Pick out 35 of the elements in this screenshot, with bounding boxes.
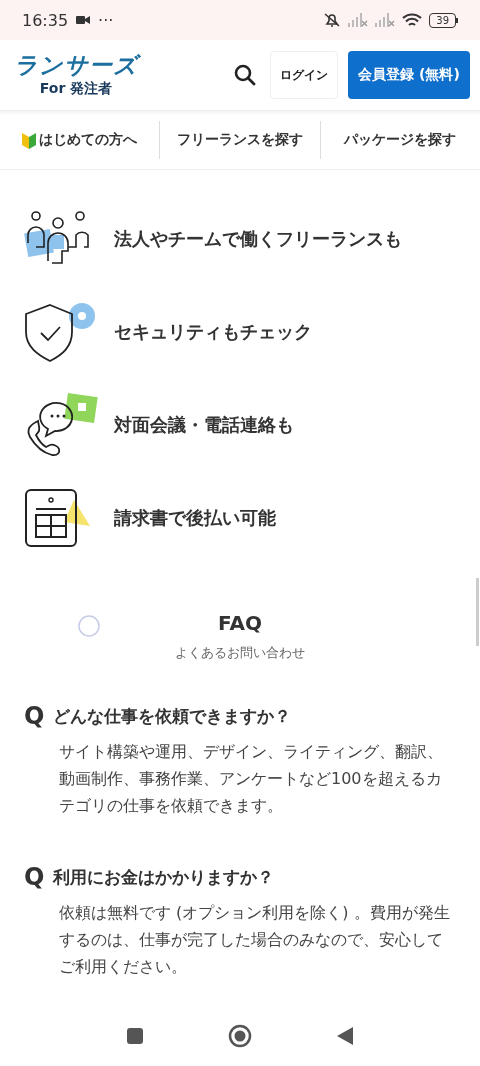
faq-subtitle: よくあるお問い合わせ bbox=[175, 644, 305, 662]
feature-text: 法人やチームで働くフリーランスも bbox=[114, 226, 402, 251]
register-button[interactable]: 会員登録 (無料) bbox=[348, 51, 470, 99]
more-indicator: ··· bbox=[98, 10, 114, 30]
ring-icon bbox=[78, 615, 100, 637]
search-icon[interactable] bbox=[234, 64, 256, 86]
feature-text: 請求書で後払い可能 bbox=[114, 505, 276, 530]
feature-text: 対面会議・電話連絡も bbox=[114, 412, 294, 437]
logo-subtitle: For 発注者 bbox=[39, 79, 113, 98]
video-camera-icon bbox=[76, 15, 91, 25]
signal-icon bbox=[348, 13, 369, 27]
nav-link[interactable]: フリーランスを探す bbox=[177, 131, 303, 149]
beginner-mark-icon bbox=[22, 131, 37, 149]
wifi-icon bbox=[402, 12, 423, 28]
faq-title: FAQ bbox=[218, 610, 262, 637]
muted-bell-icon bbox=[323, 12, 342, 28]
battery-level: 39 bbox=[429, 12, 456, 28]
home-icon[interactable] bbox=[228, 1024, 252, 1048]
team-icon bbox=[24, 210, 90, 267]
feature-text: セキュリティもチェック bbox=[114, 319, 312, 344]
question-text: 利用にお金はかかりますか？ bbox=[53, 865, 275, 889]
status-time: 16:35 bbox=[22, 10, 69, 30]
invoice-icon bbox=[24, 487, 92, 548]
nav-link[interactable]: パッケージを探す bbox=[344, 131, 457, 149]
login-button[interactable]: ログイン bbox=[270, 51, 338, 99]
answer-text: 依頼は無料です (オプション利用を除く) 。費用が発生するのは、仕事が完了した場合のみなので、安心してご利用ください。 bbox=[59, 902, 451, 978]
question-text: どんな仕事を依頼できますか？ bbox=[53, 704, 292, 728]
shield-icon bbox=[24, 301, 96, 362]
question-mark: Q bbox=[24, 863, 45, 891]
recent-apps-icon[interactable] bbox=[126, 1027, 144, 1045]
back-icon[interactable] bbox=[336, 1026, 354, 1046]
answer-text: サイト構築や運用、デザイン、ライティング、翻訳、動画制作、事務作業、アンケートなど100を超えるカテゴリの仕事を依頼できます。 bbox=[59, 741, 444, 817]
question-mark: Q bbox=[24, 702, 45, 730]
nav-link[interactable]: はじめての方へ bbox=[39, 131, 138, 149]
signal-icon bbox=[375, 13, 396, 27]
